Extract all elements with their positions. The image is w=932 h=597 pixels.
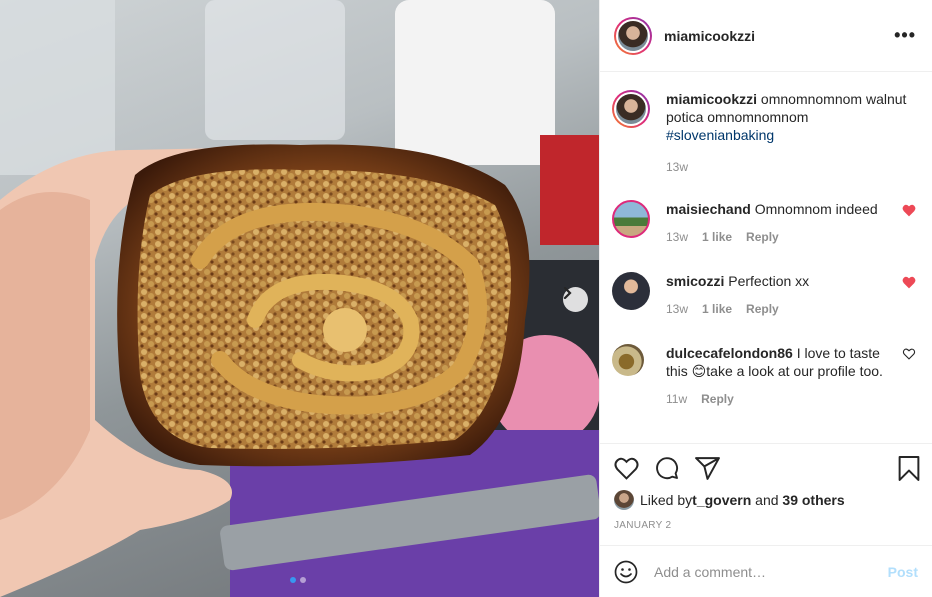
- caption-avatar[interactable]: [612, 90, 650, 128]
- comments-list: miamicookzzi omnomnomnom walnut potica o…: [600, 72, 932, 443]
- caption-username[interactable]: miamicookzzi: [666, 91, 757, 107]
- comment-likes[interactable]: 1 like: [702, 300, 732, 318]
- liked-by-user[interactable]: t_govern: [692, 492, 751, 508]
- carousel-dot: [300, 577, 306, 583]
- comment-item: dulcecafelondon86 I love to taste this 😊…: [612, 344, 916, 408]
- share-icon[interactable]: [695, 456, 720, 480]
- comment-item: smicozzi Perfection xx 13w 1 like Reply: [612, 272, 916, 318]
- bookmark-icon[interactable]: [898, 455, 920, 481]
- reply-button[interactable]: Reply: [746, 228, 779, 246]
- comment-likes[interactable]: 1 like: [702, 228, 732, 246]
- comment-username[interactable]: dulcecafelondon86: [666, 345, 793, 361]
- next-photo-button[interactable]: [563, 287, 588, 312]
- comment-icon[interactable]: [655, 456, 679, 480]
- like-heart-icon[interactable]: [614, 457, 639, 480]
- chevron-right-icon: [563, 287, 572, 299]
- photo-illustration: [0, 0, 599, 597]
- post-side-panel: miamicookzzi ••• miamicookzzi omnomnomno…: [599, 0, 932, 597]
- comment-input[interactable]: [654, 563, 888, 580]
- heart-filled-icon[interactable]: [902, 204, 916, 217]
- add-comment-bar: Post: [600, 545, 932, 597]
- instagram-post-modal: miamicookzzi ••• miamicookzzi omnomnomno…: [0, 0, 932, 597]
- author-avatar[interactable]: [614, 16, 652, 55]
- emoji-icon[interactable]: [614, 560, 638, 584]
- post-date[interactable]: JANUARY 2: [614, 520, 920, 531]
- liked-by-middle: and: [751, 492, 783, 508]
- liked-by-prefix: Liked by: [640, 492, 693, 508]
- comment-time[interactable]: 11w: [666, 390, 687, 408]
- comment-text: Omnomnom indeed: [750, 201, 878, 217]
- commenter-avatar[interactable]: [612, 272, 650, 310]
- caption: miamicookzzi omnomnomnom walnut potica o…: [612, 90, 916, 176]
- author-username[interactable]: miamicookzzi: [664, 28, 894, 44]
- caption-hashtag[interactable]: #slovenianbaking: [666, 127, 774, 143]
- post-header: miamicookzzi •••: [600, 0, 932, 72]
- comment-username[interactable]: smicozzi: [666, 273, 724, 289]
- liker-avatar[interactable]: [614, 490, 634, 510]
- comment-item: maisiechand Omnomnom indeed 13w 1 like R…: [612, 200, 916, 246]
- comment-time[interactable]: 13w: [666, 228, 688, 246]
- reply-button[interactable]: Reply: [701, 390, 734, 408]
- heart-outline-icon[interactable]: [902, 348, 916, 360]
- comment-username[interactable]: maisiechand: [666, 201, 751, 217]
- reply-button[interactable]: Reply: [746, 300, 779, 318]
- post-comment-button[interactable]: Post: [888, 564, 918, 580]
- more-horizontal-icon[interactable]: •••: [894, 25, 916, 46]
- carousel-dot-active: [290, 577, 296, 583]
- commenter-avatar[interactable]: [612, 200, 650, 238]
- carousel-indicator: [290, 577, 306, 583]
- comment-text: Perfection xx: [724, 273, 810, 289]
- likes-summary: Liked by t_govern and 39 others: [614, 490, 920, 510]
- comment-time[interactable]: 13w: [666, 300, 688, 318]
- liked-by-others[interactable]: 39 others: [782, 492, 844, 508]
- commenter-avatar[interactable]: [612, 344, 644, 376]
- post-actions: Liked by t_govern and 39 others JANUARY …: [600, 443, 932, 531]
- post-photo[interactable]: [0, 0, 599, 597]
- heart-filled-icon[interactable]: [902, 276, 916, 289]
- caption-time[interactable]: 13w: [666, 158, 688, 176]
